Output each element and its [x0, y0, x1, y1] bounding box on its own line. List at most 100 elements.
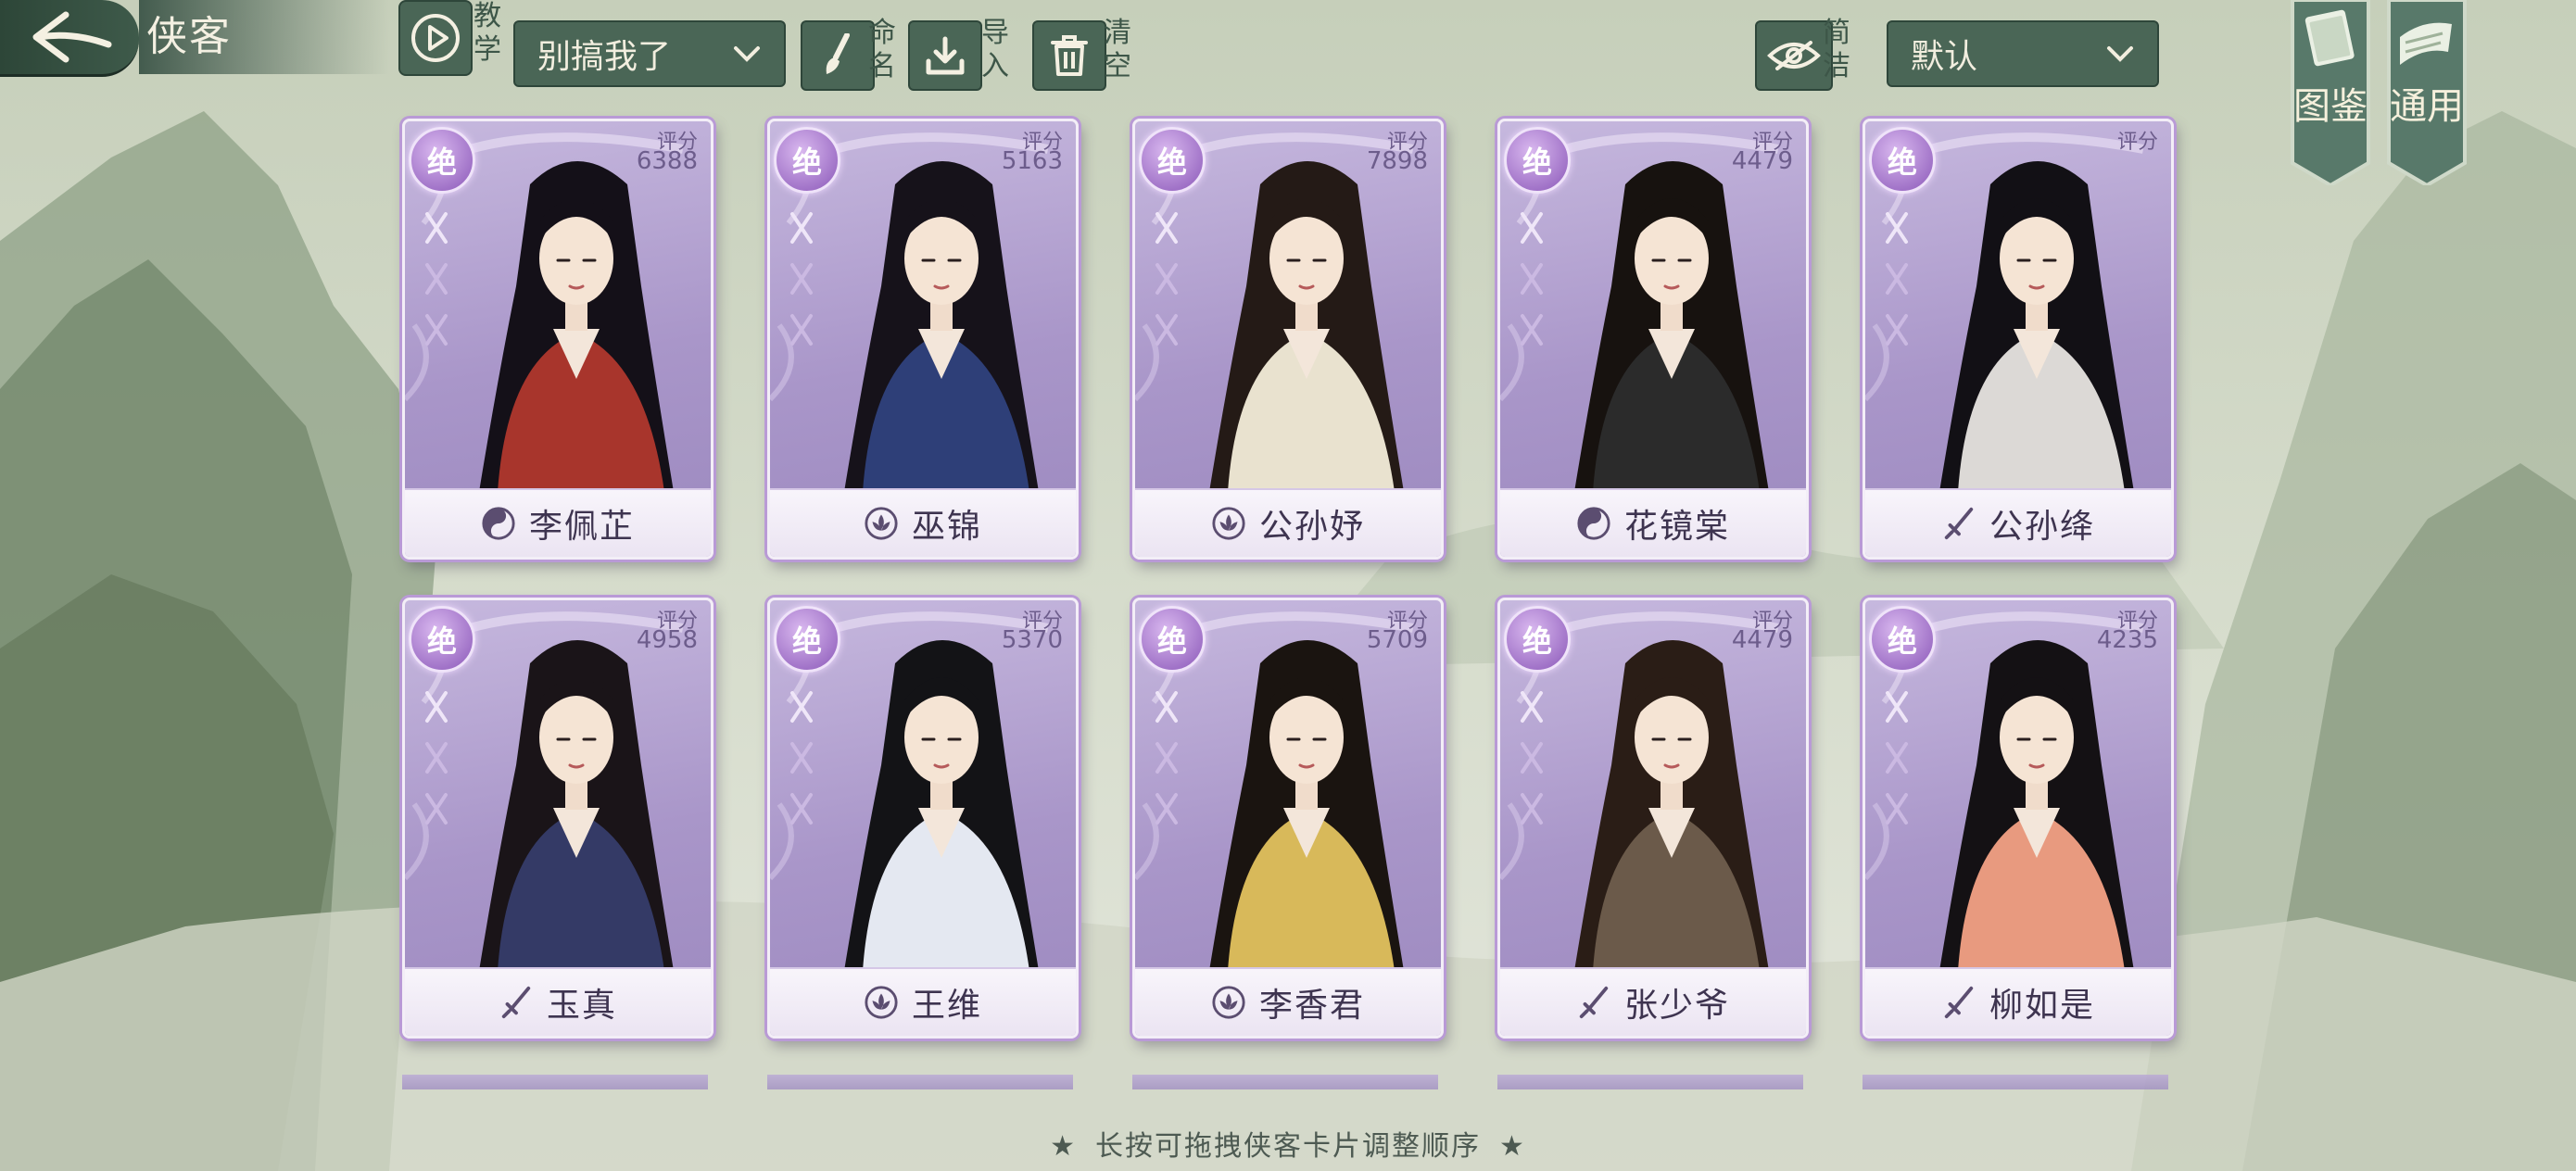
- eye-slash-icon: [1767, 41, 1821, 70]
- score-value: 4479: [1731, 147, 1793, 175]
- taiji-icon: [1577, 507, 1610, 540]
- character-card[interactable]: 评分 4479 绝 花镜棠: [1497, 119, 1809, 560]
- character-portrait: [479, 640, 674, 971]
- back-arrow-icon: [32, 11, 112, 63]
- rename-button[interactable]: [801, 20, 875, 91]
- grade-badge: 绝: [409, 127, 475, 194]
- import-button[interactable]: [908, 20, 982, 91]
- score-value: 6388: [636, 147, 698, 175]
- score-value: 4479: [1731, 626, 1793, 654]
- card-peek: [402, 1075, 708, 1089]
- weapon-slots-icon: [1886, 691, 1908, 825]
- grade-badge: 绝: [1869, 606, 1936, 673]
- character-name: 柳如是: [1989, 987, 2095, 1025]
- name-plate: 巫锦: [770, 488, 1076, 557]
- character-portrait: [479, 161, 674, 492]
- trash-icon: [1051, 35, 1088, 76]
- character-card[interactable]: 评分 5370 绝 王维: [767, 598, 1079, 1039]
- clear-button[interactable]: [1032, 20, 1106, 91]
- character-card[interactable]: 评分 6388 绝 李佩芷: [402, 119, 713, 560]
- character-portrait: [1939, 161, 2134, 492]
- sword-icon: [1944, 507, 1974, 540]
- page-title: 侠客: [146, 13, 232, 60]
- download-icon: [926, 36, 965, 75]
- lotus-icon: [1212, 986, 1245, 1019]
- lotus-icon: [865, 986, 898, 1019]
- grade-badge: 绝: [1504, 606, 1571, 673]
- score-caption: 评分: [2116, 131, 2158, 154]
- name-plate: 王维: [770, 967, 1076, 1036]
- clear-label[interactable]: 清空: [1101, 17, 1134, 83]
- grade-badge: 绝: [1139, 127, 1206, 194]
- hint-text: 长按可拖拽侠客卡片调整顺序: [1095, 1130, 1481, 1163]
- sort-select[interactable]: 默认: [1887, 20, 2159, 87]
- card-peek: [767, 1075, 1073, 1089]
- score-value: 5163: [1001, 147, 1063, 175]
- codex-label: 图鉴: [2293, 85, 2368, 128]
- score-value: 7898: [1366, 147, 1428, 175]
- character-name: 公孙妤: [1258, 508, 1365, 546]
- general-banner[interactable]: 通用: [2387, 0, 2467, 188]
- taiji-icon: [482, 507, 515, 540]
- lotus-icon: [1212, 507, 1245, 540]
- name-plate: 玉真: [405, 967, 711, 1036]
- character-portrait: [844, 640, 1039, 971]
- play-icon: [411, 14, 460, 62]
- score-value: 5370: [1001, 626, 1063, 654]
- character-portrait: [1209, 640, 1404, 971]
- sword-icon: [1579, 986, 1609, 1019]
- character-card[interactable]: 评分 4479 绝 张少爷: [1497, 598, 1809, 1039]
- character-card[interactable]: 评分 7898 绝 公孙妤: [1132, 119, 1444, 560]
- grade-badge: 绝: [409, 606, 475, 673]
- name-plate: 张少爷: [1500, 967, 1806, 1036]
- chevron-down-icon: [2107, 46, 2133, 62]
- character-name: 王维: [911, 987, 982, 1025]
- team-select[interactable]: 别搞我了: [513, 20, 786, 87]
- import-label[interactable]: 导入: [979, 17, 1012, 83]
- name-plate: 公孙绛: [1865, 488, 2171, 557]
- card-peek: [1497, 1075, 1803, 1089]
- weapon-slots-icon: [1521, 691, 1543, 825]
- codex-banner[interactable]: 图鉴: [2291, 0, 2370, 188]
- grade-badge: 绝: [774, 606, 840, 673]
- weapon-slots-icon: [790, 691, 813, 825]
- sword-icon: [1944, 986, 1974, 1019]
- weapon-slots-icon: [790, 212, 813, 346]
- grade-badge: 绝: [1869, 127, 1936, 194]
- weapon-slots-icon: [1521, 212, 1543, 346]
- weapon-slots-icon: [1886, 212, 1908, 346]
- sword-icon: [501, 986, 531, 1019]
- weapon-slots-icon: [1155, 212, 1178, 346]
- character-card[interactable]: 评分 4235 绝 柳如是: [1863, 598, 2174, 1039]
- character-card[interactable]: 评分 4958 绝 玉真: [402, 598, 713, 1039]
- character-name: 张少爷: [1623, 987, 1730, 1025]
- character-name: 李佩芷: [528, 508, 635, 546]
- sort-select-value: 默认: [1911, 38, 1978, 76]
- grade-badge: 绝: [1139, 606, 1206, 673]
- grade-badge: 绝: [1504, 127, 1571, 194]
- character-name: 李香君: [1258, 987, 1365, 1025]
- character-name: 公孙绛: [1989, 508, 2095, 546]
- name-plate: 李佩芷: [405, 488, 711, 557]
- grade-badge: 绝: [774, 127, 840, 194]
- brush-icon: [826, 33, 850, 74]
- character-portrait: [1574, 161, 1769, 492]
- score-value: 5709: [1366, 626, 1428, 654]
- rename-label[interactable]: 命名: [865, 17, 899, 83]
- lotus-icon: [865, 507, 898, 540]
- team-select-value: 别搞我了: [537, 38, 672, 76]
- character-name: 花镜棠: [1623, 508, 1730, 546]
- character-card[interactable]: 评分 5163 绝 巫锦: [767, 119, 1079, 560]
- character-portrait: [1939, 640, 2134, 971]
- name-plate: 花镜棠: [1500, 488, 1806, 557]
- hint-bar: ★ 长按可拖拽侠客卡片调整顺序 ★: [0, 1123, 2576, 1164]
- character-card[interactable]: 评分 绝 公孙绛: [1863, 119, 2174, 560]
- weapon-slots-icon: [425, 212, 448, 346]
- card-peek: [1132, 1075, 1438, 1089]
- name-plate: 李香君: [1135, 967, 1441, 1036]
- back-button[interactable]: [0, 0, 139, 77]
- simple-mode-label[interactable]: 简洁: [1820, 17, 1853, 83]
- tutorial-label[interactable]: 教学: [471, 0, 504, 67]
- character-card[interactable]: 评分 5709 绝 李香君: [1132, 598, 1444, 1039]
- tutorial-button[interactable]: [398, 0, 473, 76]
